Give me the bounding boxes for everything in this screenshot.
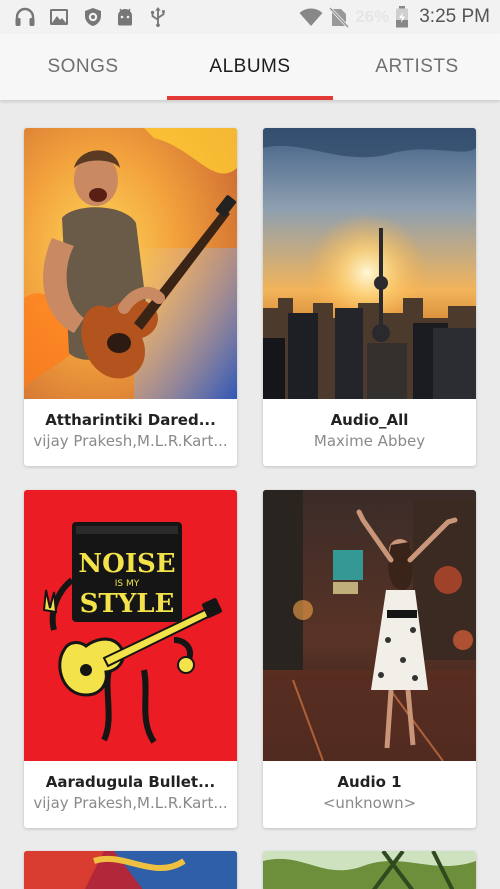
battery-icon (396, 6, 409, 28)
album-artist: vijay Prakesh,M.L.R.Kart... (33, 794, 228, 812)
album-card[interactable] (263, 851, 476, 889)
image-icon (50, 9, 68, 25)
no-sim-icon (329, 6, 350, 28)
album-artist: <unknown> (322, 794, 417, 812)
wifi-icon (299, 8, 323, 26)
battery-percent: 26% (355, 7, 390, 26)
album-title: Aaradugula Bullet... (45, 773, 216, 791)
album-card[interactable]: Audio 1 <unknown> (263, 490, 476, 828)
clock: 3:25 PM (419, 6, 490, 27)
album-title: Audio 1 (337, 773, 402, 791)
poster-text-noise: NOISE (78, 549, 175, 579)
album-art (263, 490, 476, 761)
tab-bar: SONGS ALBUMS ARTISTS (0, 34, 500, 100)
tab-albums[interactable]: ALBUMS (167, 34, 333, 100)
active-tab-indicator (167, 96, 333, 100)
album-artist: vijay Prakesh,M.L.R.Kart... (33, 432, 228, 450)
poster-text-style: STYLE (80, 589, 175, 619)
album-art: NOISE IS MY STYLE (24, 490, 237, 761)
tab-songs[interactable]: SONGS (0, 34, 166, 100)
album-title: Audio_All (330, 411, 409, 429)
usb-icon (150, 7, 165, 27)
album-art (24, 128, 237, 399)
status-bar: 26% 3:25 PM (0, 0, 500, 34)
album-art (24, 851, 237, 889)
album-artist: Maxime Abbey (313, 432, 426, 450)
tab-artists[interactable]: ARTISTS (334, 34, 500, 100)
poster-text-is-my: IS MY (115, 579, 140, 589)
album-card[interactable]: NOISE IS MY STYLE Aaradugula Bullet... v… (24, 490, 237, 828)
album-art (263, 128, 476, 399)
album-art (263, 851, 476, 889)
album-card[interactable]: Audio_All Maxime Abbey (263, 128, 476, 466)
headphones-icon (15, 7, 35, 26)
album-title: Attharintiki Dared... (45, 411, 216, 429)
album-card[interactable]: Attharintiki Dared... vijay Prakesh,M.L.… (24, 128, 237, 466)
android-icon (118, 8, 132, 26)
shield-icon (85, 8, 101, 26)
album-card[interactable] (24, 851, 237, 889)
